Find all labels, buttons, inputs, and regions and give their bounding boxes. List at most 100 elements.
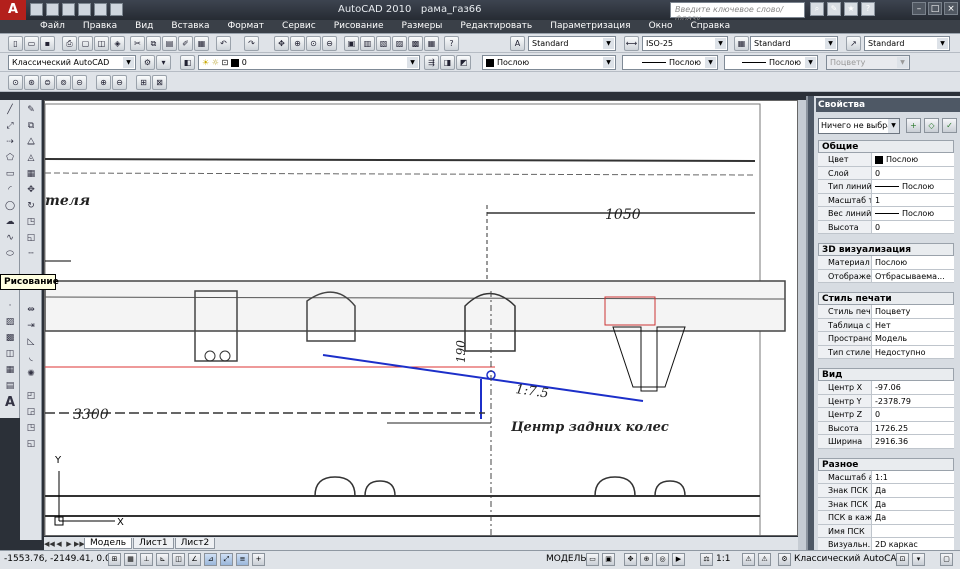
section-header[interactable]: Вид bbox=[818, 368, 954, 381]
dyn-icon[interactable]: ⤢ bbox=[220, 553, 233, 566]
ducs-icon[interactable]: ⊿ bbox=[204, 553, 217, 566]
join-icon[interactable]: ⇥ bbox=[24, 320, 38, 333]
rotate-icon[interactable]: ↻ bbox=[24, 200, 38, 213]
move-icon[interactable]: ✥ bbox=[24, 184, 38, 197]
property-row[interactable]: Стиль печ...Поцвету bbox=[818, 305, 954, 319]
property-row[interactable]: Ширина 2916.36 bbox=[818, 435, 954, 449]
table-icon[interactable]: ▦ bbox=[3, 364, 17, 377]
menu-item[interactable]: Файл bbox=[40, 21, 65, 31]
close-icon[interactable]: × bbox=[944, 2, 958, 15]
autocad-logo-icon[interactable]: A bbox=[0, 0, 26, 20]
help-icon[interactable]: ? bbox=[444, 36, 459, 51]
property-value[interactable]: 1726.25 bbox=[872, 422, 954, 435]
help-icon[interactable]: ? bbox=[861, 2, 875, 16]
menu-item[interactable]: Размеры bbox=[402, 21, 443, 31]
color-select[interactable]: Послою bbox=[482, 55, 616, 70]
property-value[interactable]: Да bbox=[872, 498, 954, 511]
property-row[interactable]: Цвет Послою bbox=[818, 153, 954, 167]
property-value[interactable]: Послою bbox=[872, 180, 954, 193]
tab-last-icon[interactable]: ▶▶ bbox=[74, 539, 85, 549]
markup-icon[interactable]: ▩ bbox=[408, 36, 423, 51]
selection-select[interactable]: Ничего не выбра bbox=[818, 118, 900, 134]
print-icon[interactable] bbox=[110, 3, 123, 16]
menu-item[interactable]: Правка bbox=[83, 21, 117, 31]
gradient-icon[interactable]: ▩ bbox=[3, 332, 17, 345]
property-value[interactable]: Поцвету bbox=[872, 305, 954, 318]
vertical-scrollbar[interactable] bbox=[798, 100, 806, 550]
point-icon[interactable]: · bbox=[3, 300, 17, 313]
property-row[interactable]: Знак ПСК ...Да bbox=[818, 484, 954, 498]
match-properties-icon[interactable]: ✐ bbox=[178, 36, 193, 51]
property-row[interactable]: Центр Y -2378.79 bbox=[818, 394, 954, 408]
erase-icon[interactable]: ✎ bbox=[24, 104, 38, 117]
draworder-back-icon[interactable]: ◲ bbox=[24, 406, 38, 419]
property-value[interactable]: Послою bbox=[872, 153, 954, 166]
property-value[interactable]: Послою bbox=[872, 256, 954, 269]
redo-icon[interactable]: ↷ bbox=[244, 36, 259, 51]
pan-icon[interactable]: ✥ bbox=[274, 36, 289, 51]
property-row[interactable]: Имя ПСК bbox=[818, 524, 954, 538]
zoom-status-icon[interactable]: ⊕ bbox=[640, 553, 653, 566]
property-value[interactable]: 2D каркас bbox=[872, 538, 954, 551]
wipeout-icon[interactable]: ▤ bbox=[3, 380, 17, 393]
arc-icon[interactable]: ◜ bbox=[3, 184, 17, 197]
menu-item[interactable]: Справка bbox=[690, 21, 730, 31]
property-value[interactable]: -97.06 bbox=[872, 381, 954, 394]
property-value[interactable]: Отбрасываема... bbox=[872, 270, 954, 283]
dim-style-icon[interactable]: ⟷ bbox=[624, 36, 639, 51]
chamfer-icon[interactable]: ◺ bbox=[24, 336, 38, 349]
table-style-icon[interactable]: ▦ bbox=[734, 36, 749, 51]
design-center-icon[interactable]: ▥ bbox=[360, 36, 375, 51]
line-icon[interactable]: ╱ bbox=[3, 104, 17, 117]
zoom-in-icon[interactable]: ⊕ bbox=[96, 75, 111, 90]
mleader-style-icon[interactable]: ↗ bbox=[846, 36, 861, 51]
property-value[interactable]: 0 bbox=[872, 167, 954, 180]
print-icon[interactable]: ⎙ bbox=[62, 36, 77, 51]
steering-wheel-icon[interactable]: ◎ bbox=[656, 553, 669, 566]
workspace-settings-icon[interactable]: ⚙ bbox=[140, 55, 155, 70]
osnap-icon[interactable]: ◫ bbox=[172, 553, 185, 566]
menu-item[interactable]: Вставка bbox=[171, 21, 209, 31]
zoom-center-icon[interactable]: ⊚ bbox=[56, 75, 71, 90]
3d-dwf-icon[interactable]: ◈ bbox=[110, 36, 125, 51]
zoom-extents-icon[interactable]: ⊠ bbox=[152, 75, 167, 90]
autoscale-icon[interactable]: ⚠ bbox=[758, 553, 771, 566]
property-value[interactable] bbox=[872, 525, 954, 538]
workspace-switch-icon[interactable]: ⚙ bbox=[778, 553, 791, 566]
sheet-set-icon[interactable]: ▨ bbox=[392, 36, 407, 51]
layer-select[interactable]: ☀ ☼ ⊡ 0 bbox=[198, 55, 420, 70]
text-style-icon[interactable]: A bbox=[510, 36, 525, 51]
property-row[interactable]: Вес линий Послою bbox=[818, 207, 954, 221]
maximize-icon[interactable]: □ bbox=[928, 2, 942, 15]
revision-cloud-icon[interactable]: ☁ bbox=[3, 216, 17, 229]
tab-first-icon[interactable]: ◀◀ bbox=[44, 539, 55, 549]
property-row[interactable]: Центр Z0 bbox=[818, 408, 954, 422]
customize-icon[interactable]: ▾ bbox=[156, 55, 171, 70]
qp-icon[interactable]: + bbox=[252, 553, 265, 566]
property-row[interactable]: Таблица с...Нет bbox=[818, 318, 954, 332]
zoom-scale-icon[interactable]: ⊜ bbox=[40, 75, 55, 90]
drawing-canvas[interactable]: теля 1050 190 1:7.5 3300 Центр задних ко… bbox=[44, 100, 798, 536]
properties-icon[interactable]: ▣ bbox=[344, 36, 359, 51]
minimize-icon[interactable]: – bbox=[912, 2, 926, 15]
mtext-icon[interactable]: A bbox=[3, 396, 17, 409]
explode-icon[interactable]: ✺ bbox=[24, 368, 38, 381]
property-row[interactable]: Центр X -97.06 bbox=[818, 381, 954, 395]
toggle-pickadd-icon[interactable]: + bbox=[906, 118, 921, 133]
section-header[interactable]: 3D визуализация bbox=[818, 243, 954, 256]
section-header[interactable]: Разное bbox=[818, 457, 954, 471]
property-row[interactable]: Тип линий Послою bbox=[818, 180, 954, 194]
annotation-scale-value[interactable]: 1:1 bbox=[716, 554, 730, 564]
fillet-icon[interactable]: ◟ bbox=[24, 352, 38, 365]
zoom-realtime-icon[interactable]: ⊕ bbox=[290, 36, 305, 51]
workspace-label[interactable]: Классический AutoCAD bbox=[794, 554, 903, 564]
property-row[interactable]: ПСК в каж...Да bbox=[818, 511, 954, 525]
menu-item[interactable]: Редактировать bbox=[460, 21, 532, 31]
copy-icon[interactable]: ⧉ bbox=[146, 36, 161, 51]
tab-prev-icon[interactable]: ◀ bbox=[54, 539, 64, 549]
rectangle-icon[interactable]: ▭ bbox=[3, 168, 17, 181]
zoom-out-icon[interactable]: ⊖ bbox=[112, 75, 127, 90]
property-value[interactable]: Да bbox=[872, 484, 954, 497]
make-current-icon[interactable]: ⇶ bbox=[424, 55, 439, 70]
text-style-select[interactable]: Standard bbox=[528, 36, 616, 51]
